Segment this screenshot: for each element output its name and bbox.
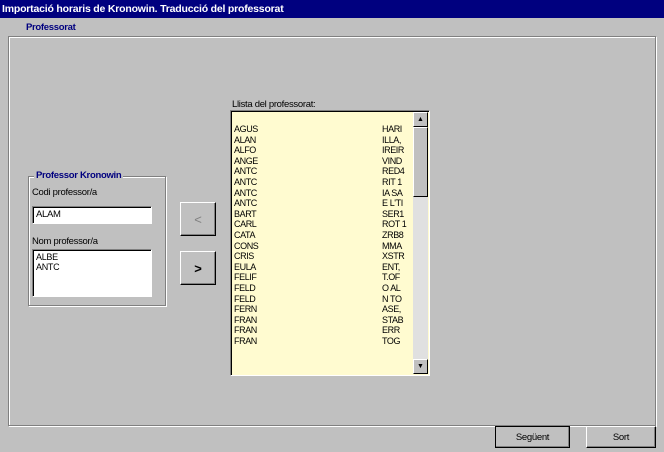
list-item-code: CRIS [234,251,254,262]
list-item-code: ANTC [234,187,257,198]
list-item-name: RED4 [382,166,405,177]
professorat-listbox[interactable]: AGUS HARI ALAN ILLA, ALFO IREIR ANGE VIND ANTC RE… [230,110,430,376]
list-scrollbar[interactable]: ▲ ▼ [413,112,428,374]
list-item[interactable]: BART SER1 [234,209,412,220]
list-item[interactable]: EULA ENT, [234,262,412,273]
list-item-name: SER1 [382,208,404,219]
list-item-code: EULA [234,261,256,272]
list-item[interactable]: ANTC RED4 [234,166,412,177]
list-item-name: E L'TI [382,198,403,209]
exit-button-label: Sort [612,431,630,443]
list-item-name: ENT, [382,261,400,272]
list-item[interactable]: FELD N TO [234,294,412,305]
list-item-code: CARL [234,219,257,230]
list-item-name: TOG [382,335,401,346]
name-list-item[interactable]: ANTC [36,262,148,272]
next-button-label: Següent [515,431,550,443]
list-item-code: ANTC [234,176,257,187]
window-title: Importació horaris de Kronowin. Traducci… [0,0,664,18]
professorat-tab[interactable]: Professorat [26,22,76,33]
list-item[interactable]: ALFO IREIR [234,145,412,156]
list-item[interactable]: FELIF T.OF [234,272,412,283]
list-item-name: ROT 1 [382,219,407,230]
list-item-code: ANTC [234,166,257,177]
list-item-name: ZRB8 [382,229,404,240]
code-label: Codi professor/a [32,187,97,198]
professorat-list-label: Llista del professorat: [232,99,316,110]
list-item-name: IA SA [382,187,403,198]
assign-left-button[interactable]: < [180,202,216,236]
list-item-code: CATA [234,229,256,240]
list-item-code: BART [234,208,257,219]
list-item-code: ANGE [234,155,258,166]
list-item[interactable]: ALAN ILLA, [234,135,412,146]
list-item-code: ALAN [234,134,256,145]
import-window: Importació horaris de Kronowin. Traducci… [0,0,664,452]
exit-button[interactable]: Sort [586,426,656,448]
code-input[interactable]: ALAM [32,206,152,224]
list-item-name: IREIR [382,145,405,156]
list-item[interactable]: CATA ZRB8 [234,230,412,241]
list-item-name: N TO [382,293,402,304]
list-item-code: ANTC [234,198,257,209]
list-item[interactable]: ANGE VIND [234,156,412,167]
list-item[interactable]: FELD O AL [234,283,412,294]
list-item[interactable]: FERN ASE, [234,304,412,315]
list-item-name: RIT 1 [382,176,402,187]
list-item-name: STAB [382,314,404,325]
list-item-code: FELD [234,282,256,293]
list-item[interactable]: ANTC IA SA [234,188,412,199]
list-item-name: ILLA, [382,134,402,145]
list-item[interactable]: CONS MMA [234,241,412,252]
scrollbar-thumb[interactable] [413,127,428,197]
list-item-name: HARI [382,124,402,134]
kronowin-group-title: Professor Kronowin [34,170,124,181]
list-item-code: FRAN [234,314,257,325]
list-item-code: FELD [234,293,256,304]
list-item-name: O AL [382,282,401,293]
assign-right-button[interactable]: > [180,251,216,285]
list-item-code: CONS [234,240,259,251]
arrow-up-icon[interactable]: ▲ [413,112,428,127]
list-item[interactable]: FRAN ERR [234,325,412,336]
list-item-code: FRAN [234,335,257,346]
arrow-down-icon[interactable]: ▼ [413,359,428,374]
list-item[interactable]: FRAN TOG [234,336,412,347]
professorat-rows: AGUS HARI ALAN ILLA, ALFO IREIR ANGE VIND ANTC RE… [234,124,412,346]
list-item-name: XSTR [382,251,405,262]
list-item-name: MMA [382,240,402,251]
list-item-name: VIND [382,155,402,166]
list-item-name: ASE, [382,304,401,315]
list-item-code: FRAN [234,325,257,336]
list-item-code: FERN [234,304,257,315]
list-item-name: T.OF [382,272,400,283]
list-item-code: ALFO [234,145,256,156]
next-button[interactable]: Següent [495,426,570,448]
name-list-item[interactable]: ALBE [36,252,148,262]
list-item-name: ERR [382,325,400,336]
list-item[interactable]: ANTC E L'TI [234,198,412,209]
name-label: Nom professor/a [32,236,98,247]
name-listbox[interactable]: ALBE ANTC [32,249,152,297]
list-item-code: FELIF [234,272,257,283]
list-item[interactable]: CARL ROT 1 [234,219,412,230]
list-item[interactable]: FRAN STAB [234,315,412,326]
list-item[interactable]: AGUS HARI [234,124,412,135]
list-item[interactable]: CRIS XSTR [234,251,412,262]
list-item-code: AGUS [234,124,258,134]
list-item[interactable]: ANTC RIT 1 [234,177,412,188]
